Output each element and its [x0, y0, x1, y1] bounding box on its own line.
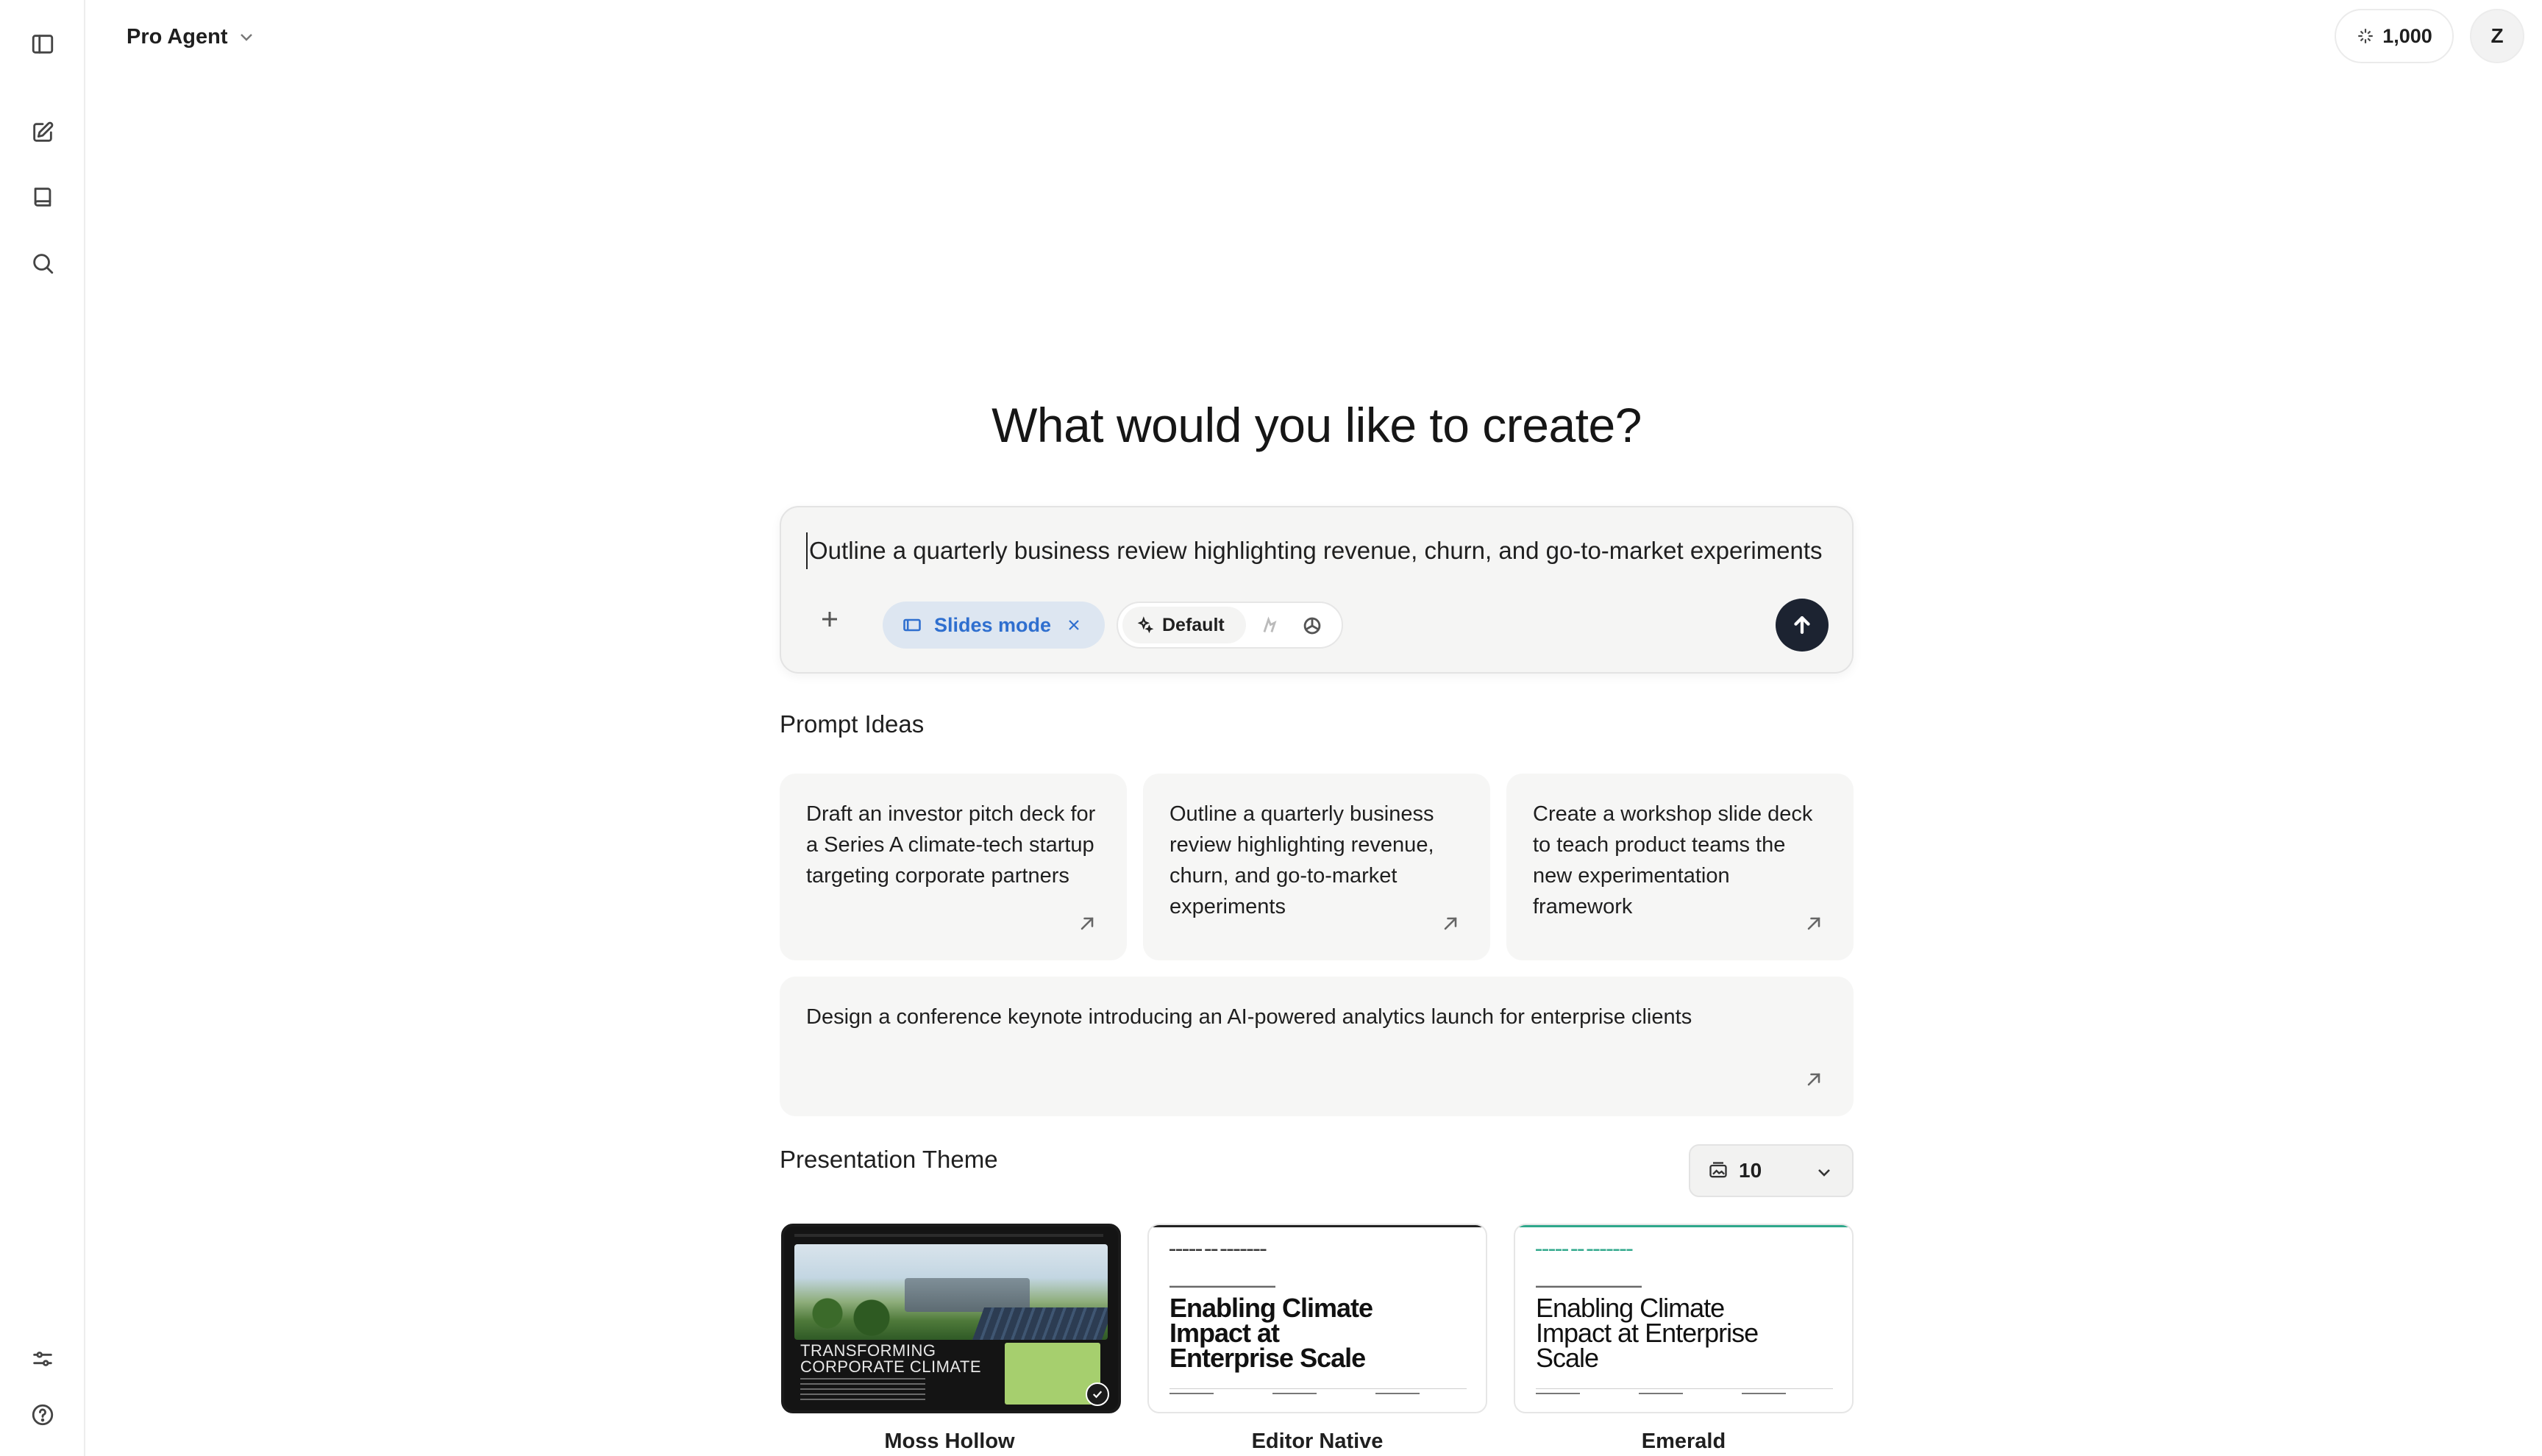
slide-top-rule	[1515, 1225, 1852, 1227]
prompt-input[interactable]	[806, 532, 1829, 569]
prompt-idea-text: Design a conference keynote introducing …	[806, 1005, 1692, 1029]
prompt-idea-text: Draft an investor pitch deck for a Serie…	[806, 802, 1096, 888]
slide-footer	[1169, 1388, 1467, 1396]
credits-button[interactable]: 1,000	[2335, 9, 2454, 63]
chevron-down-icon	[1818, 1169, 1830, 1177]
theme-card-moss-hollow[interactable]: TRANSFORMING CORPORATE CLIMATE	[781, 1224, 1121, 1413]
plus-icon	[822, 612, 837, 627]
prompt-idea-text: Outline a quarterly business review high…	[1169, 802, 1434, 918]
theme-card-emerald[interactable]: ▬▬▬▬▬ ▬▬ ▬▬▬▬▬▬▬ ▬▬▬▬▬▬▬▬▬▬▬▬▬▬▬▬▬▬ Enab…	[1514, 1224, 1854, 1413]
slide-header-strip	[794, 1234, 1103, 1237]
agent-name: Pro Agent	[127, 24, 228, 49]
sidebar-rail	[0, 0, 85, 1456]
slide-body-lines	[800, 1378, 925, 1400]
sidebar-toggle-icon[interactable]	[25, 26, 60, 62]
agent-switcher[interactable]: Pro Agent	[127, 21, 255, 53]
prompt-idea-card[interactable]: Design a conference keynote introducing …	[780, 977, 1854, 1116]
slide-count-select[interactable]: 10	[1689, 1144, 1854, 1197]
add-attachment-button[interactable]	[812, 602, 847, 637]
image-stack-icon	[1709, 1162, 1727, 1178]
theme-name: Editor Native	[1251, 1430, 1384, 1453]
prompt-ideas-title: Prompt Ideas	[780, 710, 925, 738]
theme-card-editor-native[interactable]: ▬▬▬▬▬ ▬▬ ▬▬▬▬▬▬▬ ▬▬▬▬▬▬▬▬▬▬▬▬▬▬▬▬▬▬ Enab…	[1147, 1224, 1487, 1413]
presentation-theme-title: Presentation Theme	[780, 1146, 998, 1173]
arrow-up-right-icon	[1440, 912, 1461, 932]
openai-model-icon[interactable]	[1299, 613, 1325, 639]
page-title: What would you like to create?	[991, 398, 1642, 452]
chevron-down-icon	[241, 34, 253, 41]
model-label: Default	[1162, 614, 1225, 635]
slide-kicker-line: ▬▬▬▬▬ ▬▬ ▬▬▬▬▬▬▬	[1536, 1246, 1634, 1252]
arrow-up-right-icon	[1804, 1068, 1824, 1088]
slide-count-value: 10	[1739, 1159, 1762, 1182]
slide-photo	[794, 1244, 1108, 1340]
selected-check-icon	[1086, 1382, 1109, 1406]
mode-label: Slides mode	[934, 613, 1052, 636]
slide-preview-title: Enabling Climate Impact at Enterprise Sc…	[1536, 1293, 1759, 1373]
slides-icon	[903, 618, 921, 632]
slide-kicker-line: ▬▬▬▬▬ ▬▬ ▬▬▬▬▬▬▬	[1169, 1246, 1267, 1252]
send-button[interactable]	[1776, 599, 1829, 652]
arrow-up-right-icon	[1804, 912, 1824, 932]
prompt-idea-card[interactable]: Create a workshop slide deck to teach pr…	[1506, 774, 1854, 960]
model-default-button[interactable]: Default	[1122, 607, 1246, 643]
prompt-idea-card[interactable]: Draft an investor pitch deck for a Serie…	[780, 774, 1127, 960]
theme-name: Emerald	[1641, 1430, 1726, 1453]
prompt-idea-card[interactable]: Outline a quarterly business review high…	[1143, 774, 1490, 960]
settings-sliders-icon[interactable]	[25, 1341, 60, 1377]
slide-footer	[1536, 1388, 1833, 1396]
arrow-up-icon	[1794, 615, 1810, 635]
model-selector: Default	[1117, 602, 1343, 649]
arrow-up-right-icon	[1077, 912, 1097, 932]
new-chat-icon[interactable]	[25, 115, 60, 150]
slides-mode-chip[interactable]: Slides mode	[883, 602, 1105, 649]
slide-preview-title: TRANSFORMING CORPORATE CLIMATE	[800, 1341, 982, 1376]
library-icon[interactable]	[25, 179, 60, 215]
slide-preview-title: Enabling Climate Impact at Enterprise Sc…	[1169, 1293, 1373, 1373]
sparkles-icon	[1137, 616, 1154, 634]
claude-model-icon[interactable]	[1256, 613, 1283, 639]
help-icon[interactable]	[25, 1397, 60, 1432]
theme-name: Moss Hollow	[884, 1430, 1015, 1453]
prompt-composer: Slides mode Default	[780, 506, 1854, 674]
search-icon[interactable]	[25, 246, 60, 281]
slide-top-rule	[1149, 1225, 1486, 1227]
slide-subtitle-line: ▬▬▬▬▬▬▬▬▬▬▬▬▬▬▬▬▬▬	[1536, 1282, 1642, 1289]
close-icon[interactable]	[1065, 616, 1083, 634]
slide-subtitle-line: ▬▬▬▬▬▬▬▬▬▬▬▬▬▬▬▬▬▬	[1169, 1282, 1275, 1289]
credits-count: 1,000	[2382, 24, 2432, 47]
prompt-idea-text: Create a workshop slide deck to teach pr…	[1533, 802, 1813, 918]
sparkle-icon	[2358, 29, 2373, 43]
avatar[interactable]: Z	[2470, 9, 2524, 63]
avatar-initial: Z	[2491, 24, 2504, 47]
